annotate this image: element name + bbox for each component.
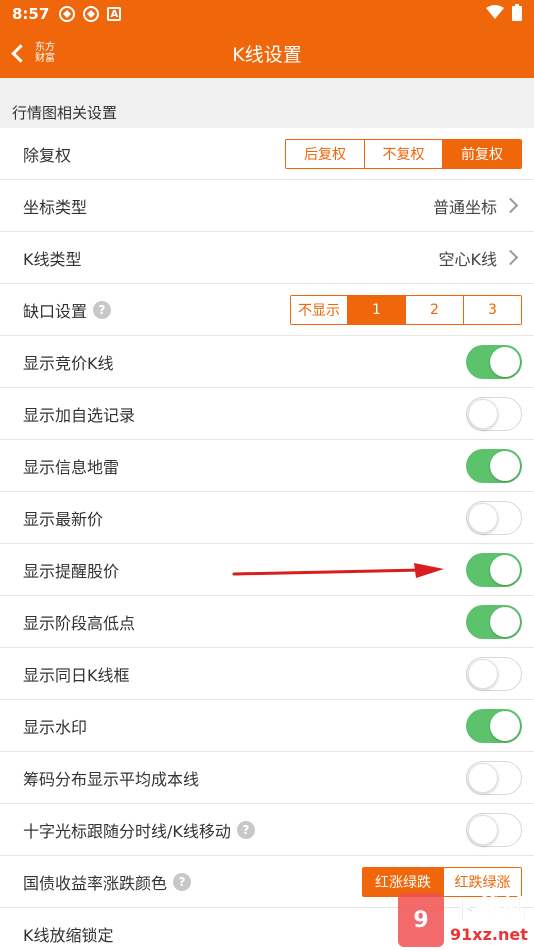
row-toggle: 显示信息地雷 bbox=[0, 440, 534, 492]
row-label: 显示同日K线框 bbox=[23, 665, 130, 685]
row-toggle: 显示竞价K线 bbox=[0, 336, 534, 388]
toggle-knob bbox=[490, 710, 520, 741]
toggle-knob bbox=[468, 762, 498, 793]
row-toggle: 显示加自选记录 bbox=[0, 388, 534, 440]
help-icon[interactable]: ? bbox=[173, 872, 192, 891]
row-fuquan: 除复权 后复权 不复权 前复权 bbox=[0, 128, 534, 180]
toggle-knob bbox=[490, 346, 520, 377]
row-label: 显示阶段高低点 bbox=[23, 613, 136, 633]
toggle-switch[interactable] bbox=[466, 812, 522, 847]
toggle-knob bbox=[468, 814, 498, 845]
fuquan-segmented-control: 后复权 不复权 前复权 bbox=[285, 138, 522, 169]
toggle-switch[interactable] bbox=[466, 396, 522, 431]
row-toggle: 显示同日K线框 bbox=[0, 648, 534, 700]
quekou-option-2[interactable]: 2 bbox=[405, 295, 463, 324]
toggle-switch[interactable] bbox=[466, 708, 522, 743]
fuquan-option-2[interactable]: 前复权 bbox=[442, 139, 521, 168]
row-toggle: 显示水印 bbox=[0, 700, 534, 752]
row-label: 坐标类型 bbox=[23, 197, 88, 217]
section-header: 行情图相关设置 bbox=[0, 78, 534, 128]
toggle-switch[interactable] bbox=[466, 552, 522, 587]
row-label: 筹码分布显示平均成本线 bbox=[23, 769, 200, 789]
quekou-segmented-control: 不显示 1 2 3 bbox=[290, 294, 522, 325]
back-button[interactable]: 东方财富 bbox=[0, 28, 57, 78]
settings-list: 除复权 后复权 不复权 前复权 坐标类型 普通坐标 K线类型 空心K线 缺口设置… bbox=[0, 128, 534, 950]
toggle-switch[interactable] bbox=[466, 344, 522, 379]
row-label-text: 十字光标跟随分时线/K线移动 bbox=[23, 821, 231, 841]
toggle-switch[interactable] bbox=[466, 448, 522, 483]
row-label: 显示提醒股价 bbox=[23, 561, 120, 581]
status-time: 8:57 bbox=[12, 5, 50, 23]
row-zuobiao[interactable]: 坐标类型 普通坐标 bbox=[0, 180, 534, 232]
chevron-right-icon bbox=[502, 197, 519, 214]
row-label-text: 国债收益率涨跌颜色 bbox=[23, 873, 168, 893]
quekou-option-0[interactable]: 不显示 bbox=[291, 295, 347, 324]
row-label: K线类型 bbox=[23, 249, 82, 269]
page-title: K线设置 bbox=[232, 43, 302, 66]
toggle-switch[interactable] bbox=[466, 604, 522, 639]
toggle-knob bbox=[490, 450, 520, 481]
row-label: 显示加自选记录 bbox=[23, 405, 136, 425]
row-kxian-type[interactable]: K线类型 空心K线 bbox=[0, 232, 534, 284]
toggle-knob bbox=[490, 606, 520, 637]
toggle-switch[interactable] bbox=[466, 760, 522, 795]
watermark-url: 91xz.net bbox=[449, 925, 528, 944]
toggle-knob bbox=[468, 398, 498, 429]
row-toggle: 筹码分布显示平均成本线 bbox=[0, 752, 534, 804]
row-toggle: 显示最新价 bbox=[0, 492, 534, 544]
row-value: 空心K线 bbox=[438, 249, 498, 269]
row-label: 显示水印 bbox=[23, 717, 88, 737]
app-notification-icon bbox=[83, 6, 100, 22]
fuquan-option-0[interactable]: 后复权 bbox=[286, 139, 364, 168]
toggle-knob bbox=[490, 554, 520, 585]
chevron-left-icon bbox=[11, 43, 30, 63]
row-label: 显示最新价 bbox=[23, 509, 104, 529]
row-toggle: 显示提醒股价 bbox=[0, 544, 534, 596]
app-notification-icon bbox=[59, 6, 76, 22]
row-label: 国债收益率涨跌颜色 ? bbox=[23, 870, 192, 894]
wifi-icon bbox=[486, 5, 504, 23]
row-toggle: 十字光标跟随分时线/K线移动 ? bbox=[0, 804, 534, 856]
row-label: 十字光标跟随分时线/K线移动 ? bbox=[23, 818, 255, 842]
row-value: 普通坐标 bbox=[432, 197, 497, 217]
nav-bar: 东方财富 K线设置 bbox=[0, 28, 534, 78]
row-label: 显示信息地雷 bbox=[23, 457, 120, 477]
battery-icon bbox=[512, 3, 522, 25]
row-label: 缺口设置 ? bbox=[23, 298, 112, 322]
row-toggle: 显示阶段高低点 bbox=[0, 596, 534, 648]
row-label: 除复权 bbox=[23, 145, 72, 165]
help-icon[interactable]: ? bbox=[236, 820, 255, 839]
help-icon[interactable]: ? bbox=[93, 300, 112, 319]
toggle-switch[interactable] bbox=[466, 656, 522, 691]
row-label: K线放缩锁定 bbox=[23, 925, 114, 945]
chevron-right-icon bbox=[502, 249, 519, 266]
app-logo: 东方财富 bbox=[35, 42, 55, 64]
fuquan-option-1[interactable]: 不复权 bbox=[364, 139, 442, 168]
row-label-text: 缺口设置 bbox=[23, 301, 88, 321]
watermark-title: 下载站 bbox=[449, 896, 528, 927]
status-bar: 8:57 A bbox=[0, 0, 534, 28]
row-quekou: 缺口设置 ? 不显示 1 2 3 bbox=[0, 284, 534, 336]
row-label: 显示竞价K线 bbox=[23, 353, 114, 373]
quekou-option-1[interactable]: 1 bbox=[347, 295, 405, 324]
toggle-switch[interactable] bbox=[466, 500, 522, 535]
toggle-knob bbox=[468, 502, 498, 533]
watermark-text: 下载站 91xz.net bbox=[449, 896, 528, 944]
watermark-logo: 9 bbox=[397, 893, 444, 947]
toggle-knob bbox=[468, 658, 498, 689]
a-badge-icon: A bbox=[107, 7, 122, 21]
site-watermark: 9 下载站 91xz.net bbox=[362, 890, 534, 950]
quekou-option-3[interactable]: 3 bbox=[463, 295, 521, 324]
